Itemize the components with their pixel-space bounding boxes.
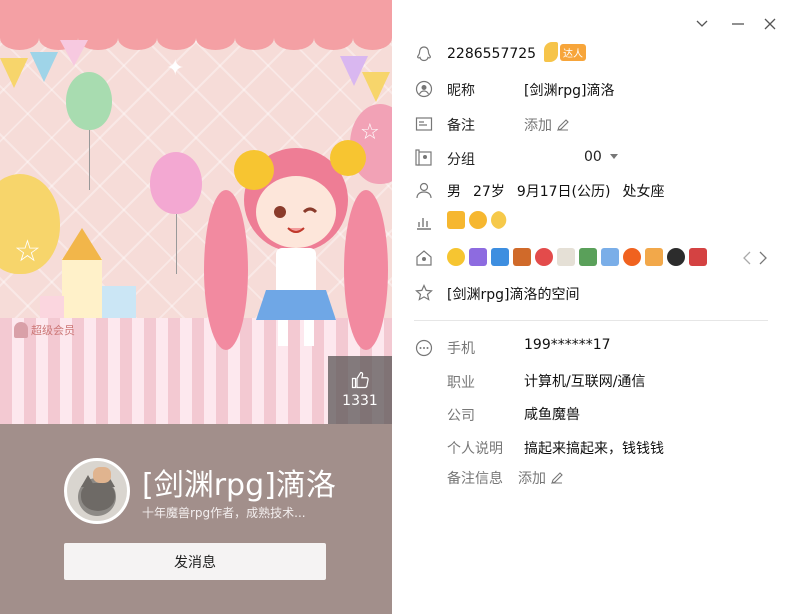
qq-level-icons: [447, 211, 509, 229]
mailbox-badge-icon[interactable]: [491, 248, 509, 266]
level-chart-icon: [414, 212, 434, 232]
sun-icon: [469, 211, 487, 229]
like-count: 1331: [342, 393, 378, 409]
avatar[interactable]: [64, 458, 130, 524]
id-card-icon: [414, 114, 434, 134]
nickname-label: 昵称: [447, 83, 475, 99]
profile-description: 十年魔兽rpg作者，成熟技术...: [142, 506, 306, 520]
bunting-flag: [0, 58, 28, 88]
penguin-badge-icon[interactable]: [667, 248, 685, 266]
group-dropdown[interactable]: 00: [584, 149, 618, 165]
house-building: [102, 286, 136, 320]
age: 27岁: [473, 184, 505, 200]
person-icon: [414, 180, 434, 200]
more-icon: [414, 338, 434, 358]
castle-building: [62, 258, 102, 318]
remark-add-link[interactable]: 添加: [524, 115, 570, 135]
crown-icon: [447, 211, 465, 229]
penguin-icon: [414, 44, 434, 64]
bio-value: 搞起来搞起来，钱钱钱: [524, 441, 664, 457]
zodiac: 处女座: [622, 184, 665, 200]
company-label: 公司: [447, 408, 475, 424]
star-outline-icon: [414, 283, 434, 303]
chevron-right-icon: [759, 251, 767, 265]
like-button[interactable]: 1331: [328, 356, 392, 424]
personal-details: 男 27岁 9月17日(公历) 处女座: [447, 181, 664, 201]
app-badge-icon[interactable]: [469, 248, 487, 266]
close-button[interactable]: [760, 14, 780, 34]
birthday: 9月17日(公历): [516, 184, 611, 200]
anime-character-illustration: [204, 140, 388, 350]
gift-badge-icon[interactable]: [513, 248, 531, 266]
phone-value: 199******17: [524, 337, 611, 353]
info-panel: 2286557725 达人 昵称 [剑渊rpg]滴洛 备注 添加 分组 00 男…: [392, 0, 787, 614]
star-badge-icon[interactable]: [447, 248, 465, 266]
remark-info-add-link[interactable]: 添加: [518, 468, 564, 488]
group-value: 00: [584, 149, 602, 165]
music-badge-icon[interactable]: [535, 248, 553, 266]
caret-down-icon: [609, 154, 618, 159]
vip-label: 超级会员: [31, 324, 75, 337]
section-divider: [414, 320, 768, 321]
cow-badge-icon[interactable]: [557, 248, 575, 266]
bunting-flag: [30, 52, 58, 82]
bunting-flag: [362, 72, 390, 102]
balloon: [150, 152, 202, 214]
chevron-left-icon: [743, 251, 751, 265]
send-message-button[interactable]: 发消息: [64, 543, 326, 580]
balloon: [66, 72, 112, 130]
pencil-icon: [551, 472, 563, 484]
badges-next-button[interactable]: [758, 250, 768, 269]
profile-card: ☆ ✦ ☆ 超级会员 1331 [剑渊rpg]滴洛 十年魔兽rpg作者，成熟技术…: [0, 0, 392, 614]
profile-name: [剑渊rpg]滴洛: [142, 468, 336, 503]
moon-icon: [491, 211, 507, 229]
mail-badge-icon[interactable]: [601, 248, 619, 266]
group-icon: [414, 148, 434, 168]
pet-badge-icon[interactable]: [645, 248, 663, 266]
job-value: 计算机/互联网/通信: [524, 374, 646, 390]
remark-add-text: 添加: [524, 118, 552, 134]
pencil-icon: [557, 119, 569, 131]
game-badge-icon[interactable]: [623, 248, 641, 266]
service-badges: [447, 248, 707, 266]
shield-badge-icon[interactable]: [689, 248, 707, 266]
qzone-link[interactable]: [剑渊rpg]滴洛的空间: [447, 284, 579, 304]
badges-prev-button[interactable]: [742, 250, 752, 269]
bunting-flag: [60, 40, 88, 66]
bio-label: 个人说明: [447, 441, 503, 457]
book-badge-icon[interactable]: [579, 248, 597, 266]
job-label: 职业: [447, 375, 475, 391]
company-value: 咸鱼魔兽: [524, 407, 580, 423]
banner-scallops: [0, 26, 392, 50]
collapse-button[interactable]: [692, 14, 712, 34]
house-building: [40, 296, 64, 320]
remark-label: 备注: [447, 118, 475, 134]
group-label: 分组: [447, 152, 475, 168]
house-icon: [414, 248, 434, 268]
talent-badge-label: 达人: [560, 43, 586, 61]
qq-number: 2286557725: [447, 46, 537, 62]
smile-icon: [414, 79, 434, 99]
chevron-down-icon: [696, 20, 708, 27]
minimize-button[interactable]: [728, 14, 748, 34]
gender: 男: [447, 184, 461, 200]
super-vip-badge: 超级会员: [14, 322, 75, 338]
nickname-value: [剑渊rpg]滴洛: [524, 83, 615, 99]
remark-info-label: 备注信息: [447, 471, 503, 487]
star-decoration: ✦: [166, 56, 185, 81]
remark-info-add-text: 添加: [518, 471, 546, 487]
phone-label: 手机: [447, 341, 475, 357]
minimize-icon: [732, 23, 744, 25]
talent-wing-icon: [544, 42, 558, 62]
talent-badge: 达人: [544, 42, 586, 62]
thumbs-up-icon: [351, 371, 369, 389]
star-decoration: ☆: [14, 234, 41, 269]
vip-crown-icon: [14, 322, 28, 338]
close-icon: [764, 18, 776, 30]
